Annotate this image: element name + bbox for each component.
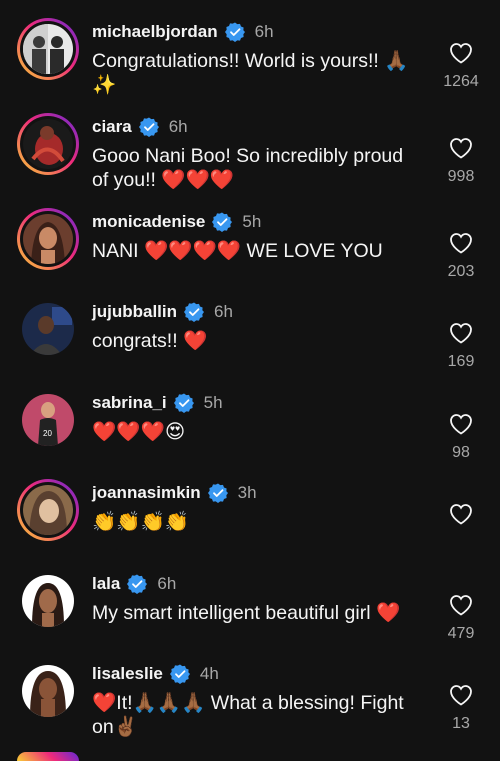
timestamp: 4h — [199, 664, 219, 683]
timestamp: 5h — [203, 393, 223, 412]
timestamp: 6h — [214, 302, 233, 321]
avatar[interactable] — [17, 18, 79, 80]
comment-line: of you!! ❤️❤️❤️ — [92, 169, 235, 191]
comment-text: Congratulations!! World is yours!! 🙏🏾 ✨ — [92, 49, 422, 97]
username[interactable]: sabrina_i — [92, 393, 167, 413]
comment-line: ✨ — [92, 74, 117, 96]
comment-line: NANI ❤️❤️❤️❤️ WE LOVE YOU — [92, 240, 383, 262]
comment-text: ❤️❤️❤️😍 — [92, 420, 422, 444]
verified-badge-icon — [173, 393, 194, 413]
comment-line: Gooo Nani Boo! So incredibly proud — [92, 145, 404, 167]
comment-text: congrats!! ❤️ — [92, 329, 422, 353]
like-count: 98 — [452, 444, 470, 461]
like-heart-icon[interactable] — [449, 232, 473, 254]
avatar[interactable] — [17, 208, 79, 270]
verified-badge-icon — [207, 483, 228, 503]
comment-line: congrats!! ❤️ — [92, 330, 208, 352]
comment-text: NANI ❤️❤️❤️❤️ WE LOVE YOU — [92, 239, 422, 263]
username[interactable]: michaelbjordan — [92, 22, 218, 42]
like-count: 998 — [447, 168, 475, 185]
verified-badge-icon — [224, 22, 245, 42]
timestamp: 6h — [254, 22, 274, 41]
username[interactable]: ciara — [92, 117, 132, 137]
like-heart-icon[interactable] — [449, 322, 473, 344]
username[interactable]: lala — [92, 574, 120, 594]
verified-badge-icon — [169, 664, 190, 684]
timestamp: 6h — [168, 117, 188, 136]
verified-badge-icon — [184, 302, 204, 322]
comment-line: 👏👏👏👏 — [92, 511, 190, 533]
username[interactable]: lisaleslie — [92, 664, 163, 684]
avatar[interactable] — [17, 570, 79, 632]
comment-text: ❤️It!🙏🏾🙏🏾🙏🏾 What a blessing! Fight on✌🏾 — [92, 691, 422, 739]
svg-text:20: 20 — [43, 429, 52, 438]
comment-line: ❤️It!🙏🏾🙏🏾🙏🏾 What a blessing! Fight — [92, 692, 404, 714]
like-count: 203 — [447, 263, 475, 280]
username[interactable]: joannasimkin — [92, 483, 201, 503]
verified-badge-icon — [138, 117, 159, 137]
like-heart-icon[interactable] — [449, 684, 473, 706]
timestamp: 3h — [237, 483, 257, 502]
like-count: 479 — [447, 625, 475, 642]
username[interactable]: jujubballin — [92, 302, 177, 322]
avatar[interactable] — [17, 479, 79, 541]
comment-line: ❤️❤️❤️😍 — [92, 421, 186, 443]
username[interactable]: monicadenise — [92, 212, 205, 232]
avatar[interactable]: 20 — [17, 389, 79, 451]
like-count: 1264 — [443, 73, 479, 90]
comment-line: Congratulations!! World is yours!! 🙏🏾 — [92, 50, 409, 72]
avatar[interactable] — [17, 298, 79, 360]
like-heart-icon[interactable] — [449, 594, 473, 616]
like-heart-icon[interactable] — [449, 137, 473, 159]
avatar[interactable] — [17, 113, 79, 175]
comment-text: 👏👏👏👏 — [92, 510, 422, 534]
like-heart-icon[interactable] — [449, 503, 473, 525]
comment-text: My smart intelligent beautiful girl ❤️ — [92, 601, 422, 625]
comment-line: on✌🏾 — [92, 716, 138, 738]
like-heart-icon[interactable] — [449, 413, 473, 435]
avatar[interactable] — [17, 752, 79, 761]
like-count: 13 — [452, 715, 470, 732]
comment-text: Gooo Nani Boo! So incredibly proud of yo… — [92, 144, 422, 192]
comment-line: My smart intelligent beautiful girl ❤️ — [92, 602, 401, 624]
timestamp: 5h — [242, 212, 262, 231]
timestamp: 6h — [157, 574, 177, 593]
like-count: 169 — [447, 353, 475, 370]
verified-badge-icon — [212, 212, 233, 232]
like-heart-icon[interactable] — [449, 42, 473, 64]
avatar[interactable] — [17, 660, 79, 722]
verified-badge-icon — [127, 574, 148, 594]
